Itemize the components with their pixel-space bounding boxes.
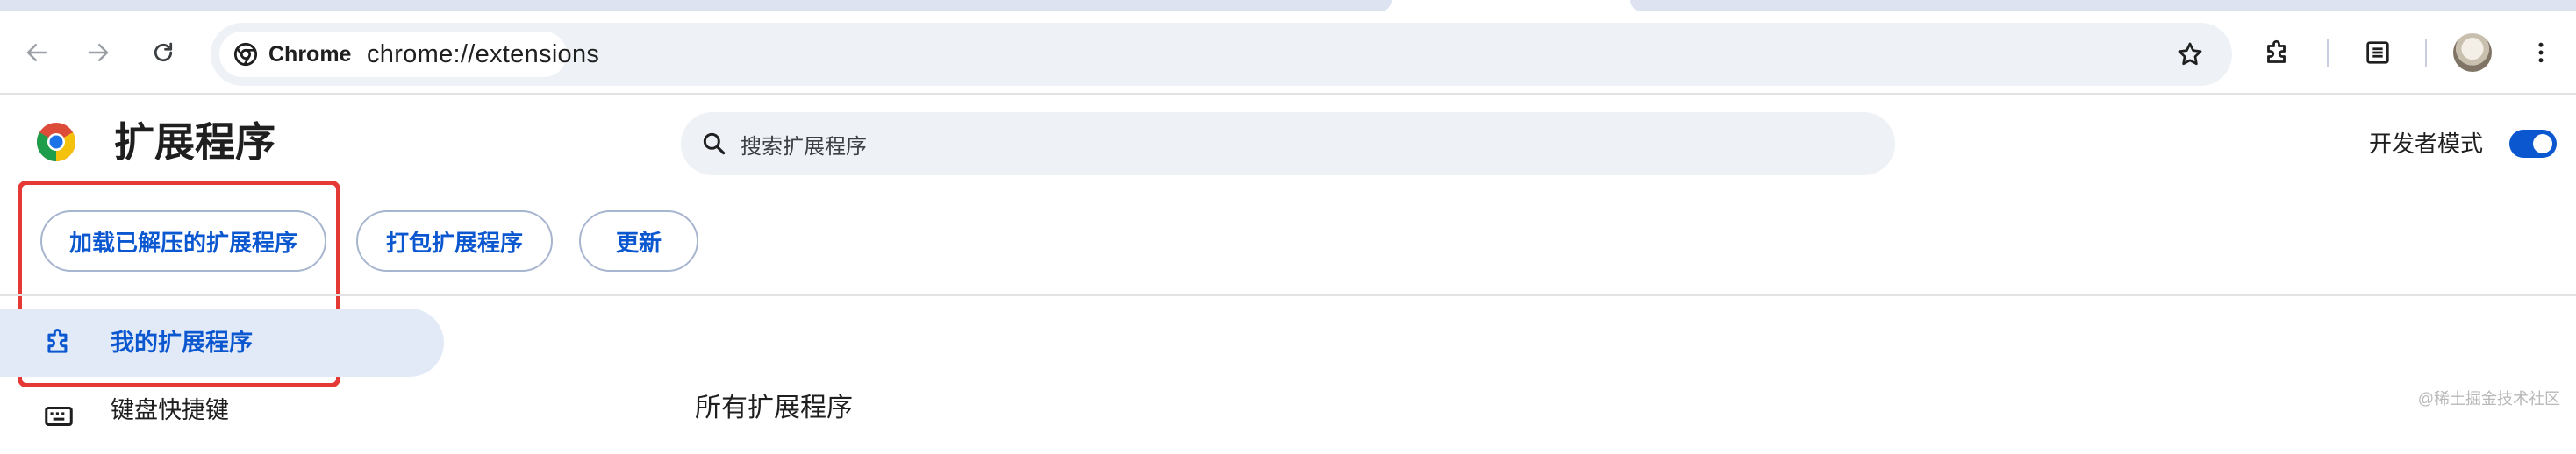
load-unpacked-button[interactable]: 加载已解压的扩展程序 [40,210,326,272]
developer-mode-toggle[interactable] [2509,130,2557,158]
reading-list-icon [2366,41,2389,64]
puzzle-icon [39,322,79,362]
keyboard-icon [39,396,79,436]
puzzle-icon [2267,39,2286,63]
toolbar-divider [2327,39,2329,67]
menu-button[interactable] [2520,32,2562,74]
page-title: 扩展程序 [114,119,275,165]
sidebar-item-label: 我的扩展程序 [111,330,253,356]
browser-toolbar: Chrome chrome://extensions [0,14,2576,95]
forward-button[interactable] [75,30,121,75]
bookmark-button[interactable] [2171,35,2209,74]
chrome-icon [233,42,258,67]
all-extensions-heading: 所有扩展程序 [695,394,853,422]
reading-list-button[interactable] [2357,32,2399,74]
url-text[interactable]: chrome://extensions [367,23,599,86]
sidebar-item-label: 键盘快捷键 [111,397,229,423]
search-icon [703,132,726,155]
search-input[interactable]: 搜索扩展程序 [681,112,1895,175]
tab-background-left[interactable] [0,0,1392,11]
extensions-header: 扩展程序 搜索扩展程序 开发者模式 加载已解压的扩展程序 打包扩展程序 更新 [0,96,2576,387]
back-button[interactable] [14,30,60,75]
kebab-menu-icon [2538,42,2544,63]
header-divider [0,294,2576,296]
search-placeholder: 搜索扩展程序 [741,134,867,159]
omnibox[interactable]: Chrome chrome://extensions [211,23,2232,86]
developer-mode-label: 开发者模式 [2369,131,2484,157]
tab-strip [0,0,2576,14]
arrow-right-icon [88,44,109,61]
star-icon [2178,42,2202,66]
watermark: @稀土掘金技术社区 [2417,390,2560,408]
sidebar-item-my-extensions[interactable]: 我的扩展程序 [0,309,444,377]
tab-background-right[interactable] [1630,0,2576,11]
reload-icon [154,42,173,62]
reload-button[interactable] [140,30,186,75]
site-chip-label: Chrome [268,41,352,67]
chrome-logo-icon [37,123,75,161]
arrow-left-icon [26,44,47,61]
update-button[interactable]: 更新 [579,210,698,272]
avatar[interactable] [2453,33,2492,72]
sidebar-item-keyboard-shortcuts[interactable]: 键盘快捷键 [0,386,444,454]
pack-extension-button[interactable]: 打包扩展程序 [356,210,553,272]
extensions-button[interactable] [2257,32,2299,74]
toolbar-divider [2425,39,2427,67]
toggle-knob [2533,134,2552,153]
